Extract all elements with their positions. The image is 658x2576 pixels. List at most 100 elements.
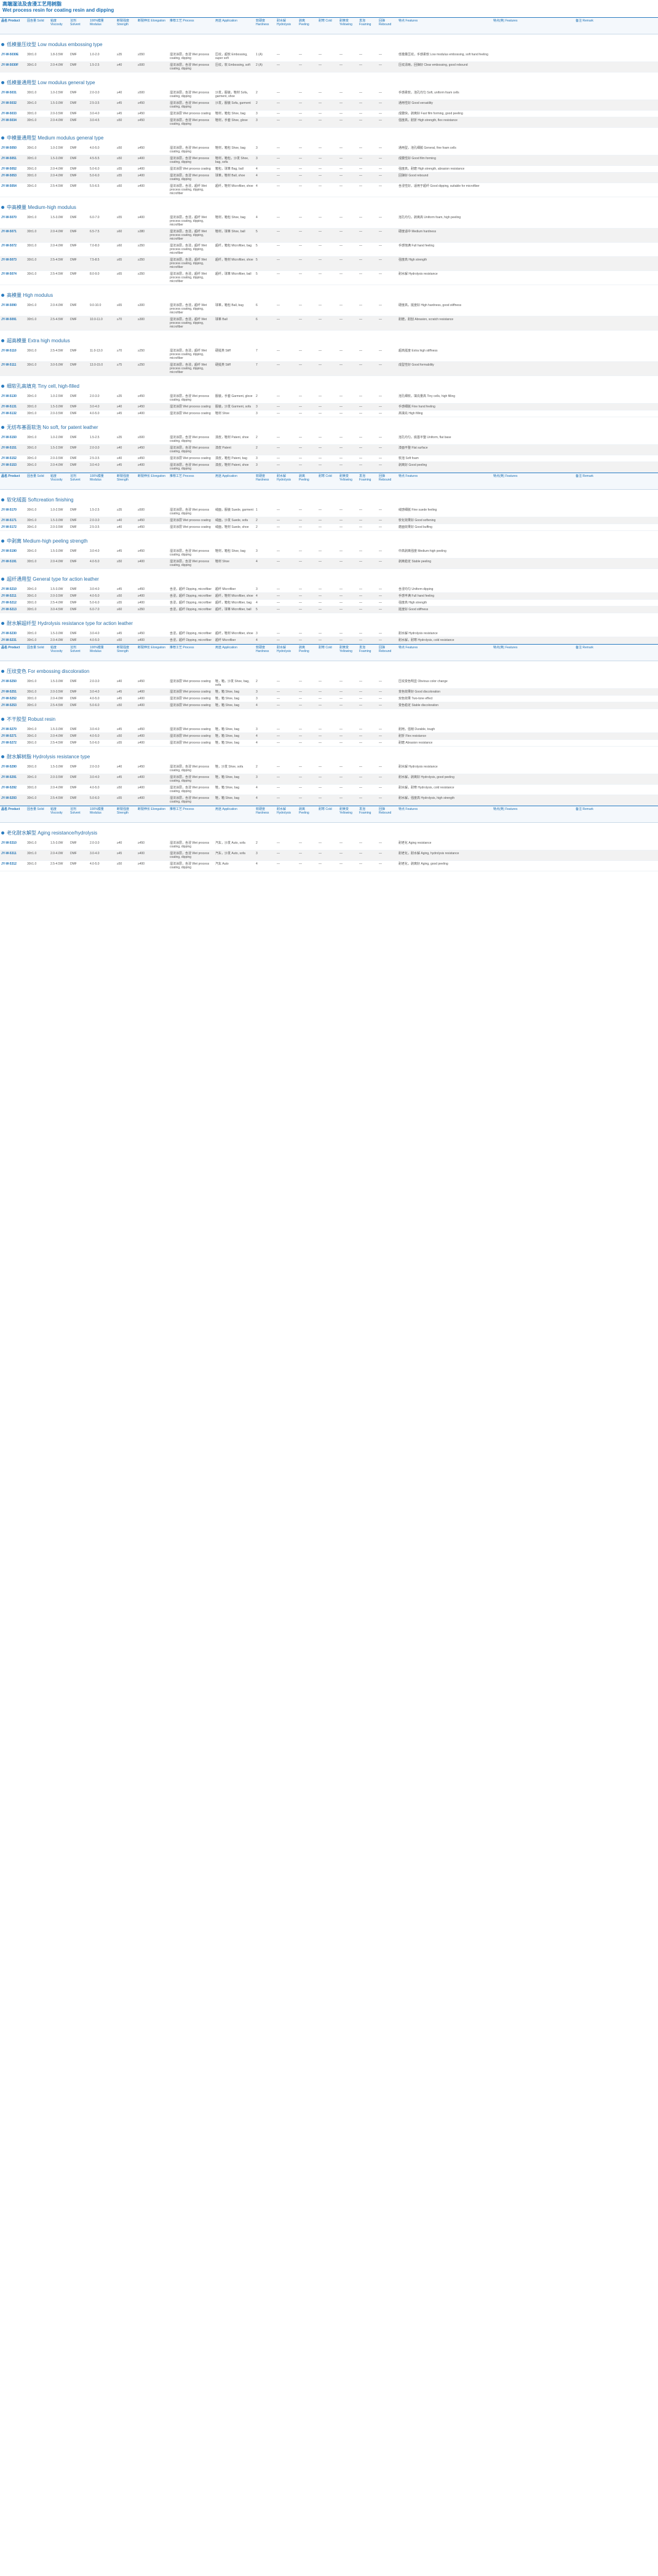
table-cell: ≥450 [138, 457, 145, 460]
table-cell: ≥65 [117, 258, 122, 262]
table-cell [492, 90, 574, 100]
table-cell: 3 [256, 463, 258, 467]
table-cell: 30±1.0 [27, 91, 37, 95]
table-row: JY-W-5031 30±1.0 1.0-2.5W DMF 2.0-3.0 ≥40 ≥500… [0, 90, 658, 100]
table-cell: DMF [70, 272, 77, 276]
table-cell: — [277, 594, 280, 598]
table-cell: 1.5-3.0W [50, 841, 63, 845]
table-cell: 3 [256, 587, 258, 591]
table-cell [492, 173, 574, 183]
table-cell [574, 348, 614, 361]
table-cell: 4 [256, 216, 258, 219]
bullet-icon [1, 717, 4, 721]
table-cell: 手感丰满 Full hand feeling [398, 594, 435, 598]
table-cell: — [379, 412, 382, 415]
table-cell: 超纤，球革 Microfiber, ball [215, 272, 252, 276]
table-cell: 耐水解，耐寒 Hydrolysis, cold resistance [398, 638, 454, 642]
table-cell: ≥500 [138, 436, 145, 439]
table-cell: ≥400 [138, 852, 145, 855]
table-cell: — [379, 405, 382, 409]
table-cell: 湿法涂层 Wet process coating [170, 519, 211, 522]
table-cell: — [277, 405, 280, 409]
table-cell: 3 [256, 690, 258, 694]
table-cell: ≥450 [138, 405, 145, 409]
product-code: JY-W-5071 [1, 230, 17, 234]
table-cell: — [339, 786, 343, 790]
table-cell: — [319, 463, 322, 467]
product-code: JY-W-5293 [1, 796, 17, 800]
table-cell: — [319, 157, 322, 160]
table-cell: 湿法涂层，含浸 Wet process coating, dipping [170, 862, 210, 870]
table-cell: ≥40 [117, 841, 122, 845]
table-cell: — [359, 91, 362, 95]
table-cell: 球革，鞋材 Ball, shoe [215, 174, 245, 178]
table-cell: 4.0-5.0 [90, 146, 100, 150]
table-cell [574, 559, 614, 568]
table-row: JY-W-5231 30±1.0 2.0-4.0W DMF 4.0-5.0 ≥50 ≥400… [0, 637, 658, 644]
table-cell: ≥400 [138, 167, 145, 171]
table-cell: — [379, 63, 382, 67]
table-cell: — [319, 519, 322, 522]
table-cell: 2.0-3.0 [90, 395, 100, 398]
table-cell: — [379, 436, 382, 439]
table-cell: 3.0-4.0 [90, 463, 100, 467]
table-cell: ≥45 [117, 112, 122, 116]
section-name: 无纺布基面软泡 No soft, for patent leather [7, 424, 98, 430]
bullet-icon [1, 339, 4, 342]
table-cell [574, 117, 614, 127]
table-cell: — [299, 786, 302, 790]
table-cell: — [379, 608, 382, 611]
table-cell: 30±1.0 [27, 167, 37, 171]
table-cell: 2 [256, 436, 258, 439]
table-cell: 7.0-8.0 [90, 244, 100, 248]
bullet-icon [1, 42, 4, 46]
table-cell: ≥35 [117, 436, 122, 439]
table-cell: — [319, 601, 322, 605]
table-cell: 2.0-3.0 [90, 446, 100, 450]
table-row: JY-W-5032 30±1.0 1.5-3.0W DMF 2.5-3.5 ≥45 ≥450… [0, 100, 658, 111]
table-cell [492, 726, 574, 732]
table-cell: 3 [256, 146, 258, 150]
table-row: JY-W-5074 30±1.0 2.5-4.5W DMF 8.0-9.0 ≥65 ≥350… [0, 271, 658, 285]
table-cell: 30±1.0 [27, 216, 37, 219]
header-cell: 断裂伸长 Elongation [138, 807, 166, 811]
table-cell: 湿法涂层，含浸，超纤 Wet process coating, dipping,… [170, 230, 207, 241]
table-cell: 3 [256, 412, 258, 415]
table-row: JY-W-5030F 30±1.0 2.0-4.0W DMF 1.5-2.5 ≥40 ≥50… [0, 62, 658, 73]
table-cell: — [339, 244, 343, 248]
table-cell: — [319, 91, 322, 95]
table-cell [492, 166, 574, 172]
table-cell: 湿法涂层 Wet process coating [170, 412, 211, 415]
table-cell: 30±1.0 [27, 157, 37, 160]
table-cell: — [379, 112, 382, 116]
table-cell: — [379, 587, 382, 591]
table-row: JY-W-5054 30±1.0 2.5-4.5W DMF 5.5-6.5 ≥60 ≥400… [0, 183, 658, 197]
table-cell: — [277, 765, 280, 769]
table-row: JY-W-5293 30±1.0 2.5-4.5W DMF 5.0-6.0 ≥55 ≥400… [0, 795, 658, 806]
table-cell: — [299, 841, 302, 845]
table-cell [574, 600, 614, 606]
table-cell: — [299, 318, 302, 321]
table-cell: 2 [256, 525, 258, 529]
table-cell [574, 630, 614, 637]
table-cell: — [359, 786, 362, 790]
section-title: 压纹变色 For embossing discoloration [0, 661, 658, 678]
table-cell: — [299, 395, 302, 398]
table-cell: 2 [256, 680, 258, 683]
table-cell: 3 [256, 852, 258, 855]
product-code: JY-W-5153 [1, 463, 17, 467]
table-cell: DMF [70, 741, 77, 745]
table-cell: — [359, 796, 362, 800]
table-cell: — [299, 304, 302, 307]
table-cell: 8.0-9.0 [90, 272, 100, 276]
header-cell: 固含量 Solid [27, 646, 44, 650]
table-cell: 服装，手套 Garment, glove [215, 395, 253, 398]
table-cell [574, 586, 614, 592]
table-cell: — [339, 549, 343, 553]
table-cell: 30±1.0 [27, 146, 37, 150]
table-cell [574, 850, 614, 860]
table-cell: — [319, 53, 322, 57]
table-cell: 30±1.0 [27, 457, 37, 460]
table-cell: — [299, 638, 302, 642]
header-cell: 备注 Remark [576, 646, 593, 650]
